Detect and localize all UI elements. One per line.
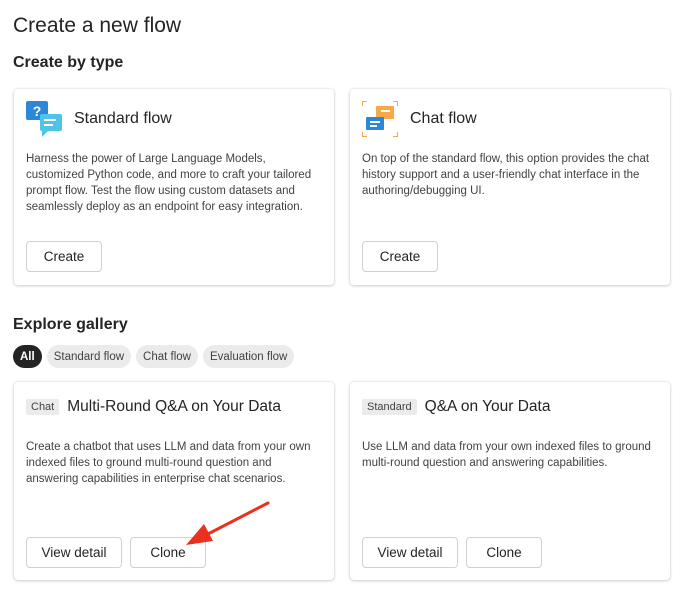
gallery-card-description: Use LLM and data from your own indexed f… (362, 441, 651, 469)
chat-badge: Chat (26, 399, 60, 415)
clone-button[interactable]: Clone (466, 537, 542, 568)
gallery-card-title: Multi-Round Q&A on Your Data (67, 398, 281, 415)
gallery-card-description: Create a chatbot that uses LLM and data … (26, 441, 311, 485)
view-detail-button[interactable]: View detail (362, 537, 458, 568)
chat-flow-card[interactable]: Chat flow On top of the standard flow, t… (350, 89, 670, 285)
page-title: Create a new flow (13, 14, 182, 37)
standard-flow-title: Standard flow (74, 110, 172, 127)
gallery-filter-pills: All Standard flow Chat flow Evaluation f… (13, 345, 295, 368)
filter-all[interactable]: All (13, 345, 42, 368)
standard-flow-description: Harness the power of Large Language Mode… (26, 153, 312, 213)
chat-flow-create-button[interactable]: Create (362, 241, 438, 272)
svg-text:?: ? (33, 103, 42, 119)
chat-flow-title: Chat flow (410, 110, 477, 127)
filter-evaluation-flow[interactable]: Evaluation flow (202, 345, 295, 368)
gallery-card-qa-on-your-data[interactable]: Standard Q&A on Your Data Use LLM and da… (350, 382, 670, 580)
standard-badge: Standard (362, 399, 417, 415)
clone-button[interactable]: Clone (130, 537, 206, 568)
standard-flow-card[interactable]: ? Standard flow Harness the power of Lar… (14, 89, 334, 285)
gallery-card-multi-round-qa[interactable]: Chat Multi-Round Q&A on Your Data Create… (14, 382, 334, 580)
gallery-card-title: Q&A on Your Data (424, 398, 551, 415)
standard-flow-icon: ? (26, 101, 62, 137)
chat-flow-icon (361, 100, 399, 138)
create-by-type-heading: Create by type (13, 54, 124, 71)
chat-flow-description: On top of the standard flow, this option… (362, 153, 650, 197)
explore-gallery-heading: Explore gallery (13, 316, 128, 333)
filter-standard-flow[interactable]: Standard flow (46, 345, 132, 368)
standard-flow-create-button[interactable]: Create (26, 241, 102, 272)
filter-chat-flow[interactable]: Chat flow (136, 345, 198, 368)
view-detail-button[interactable]: View detail (26, 537, 122, 568)
